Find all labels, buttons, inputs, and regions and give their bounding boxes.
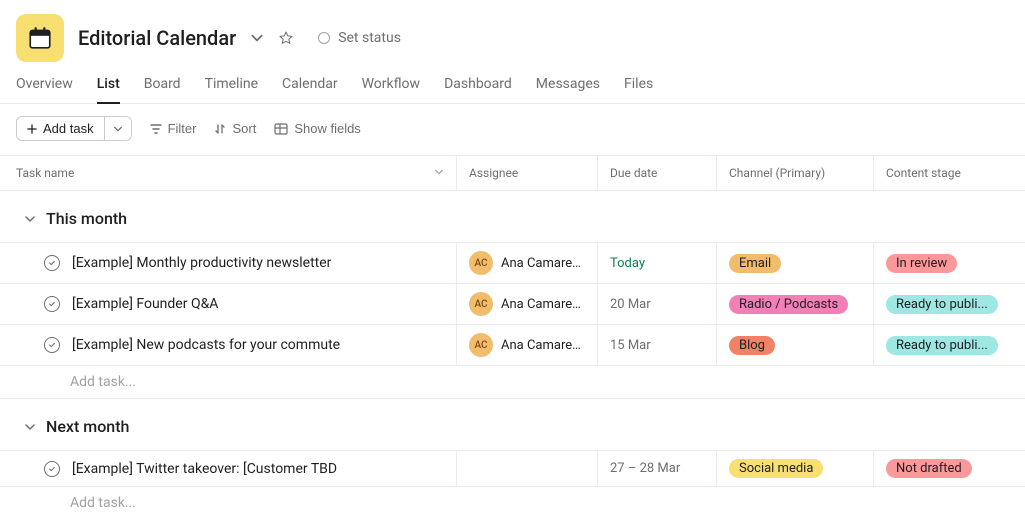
avatar: AC <box>469 251 493 275</box>
channel-pill: Social media <box>729 459 823 478</box>
sort-label: Sort <box>232 121 256 136</box>
due-date-value: Today <box>610 256 645 271</box>
content-stage-pill: Not drafted <box>886 459 972 478</box>
column-header-channel[interactable]: Channel (Primary) <box>717 156 874 190</box>
tab-overview[interactable]: Overview <box>16 72 73 104</box>
content-stage-cell[interactable]: In review <box>874 243 1023 283</box>
tab-calendar[interactable]: Calendar <box>282 72 338 104</box>
content-stage-pill: Ready to publi... <box>886 336 998 355</box>
list-toolbar: Add task Filter Sort Show fields <box>0 104 1025 155</box>
add-task-row[interactable]: Add task... <box>0 365 1025 398</box>
assignee-cell[interactable]: AC Ana Camarena <box>457 243 598 283</box>
status-circle-icon <box>318 32 330 44</box>
task-name-text: [Example] Twitter takeover: [Customer TB… <box>72 461 337 477</box>
project-header: Editorial Calendar Set status <box>0 0 1025 72</box>
chevron-down-icon <box>434 166 444 180</box>
section-header[interactable]: This month <box>0 191 1025 242</box>
project-title-caret-icon[interactable] <box>250 31 264 45</box>
task-name-cell[interactable]: [Example] New podcasts for your commute <box>0 325 457 365</box>
add-task-row[interactable]: Add task... <box>0 486 1025 519</box>
assignee-cell[interactable]: AC Ana Camarena <box>457 284 598 324</box>
column-header-due-date[interactable]: Due date <box>598 156 717 190</box>
chevron-down-icon <box>24 421 36 433</box>
channel-cell[interactable]: Blog <box>717 325 874 365</box>
complete-check-icon[interactable] <box>44 296 60 312</box>
due-date-value: 20 Mar <box>610 297 651 312</box>
tab-timeline[interactable]: Timeline <box>205 72 258 104</box>
due-date-value: 27 – 28 Mar <box>610 461 680 476</box>
section-title: Next month <box>46 417 129 436</box>
section: This month [Example] Monthly productivity… <box>0 191 1025 399</box>
table-row[interactable]: [Example] Monthly productivity newslette… <box>0 242 1025 283</box>
task-table: Task name Assignee Due date Channel (Pri… <box>0 155 1025 519</box>
tab-messages[interactable]: Messages <box>536 72 600 104</box>
task-name-cell[interactable]: [Example] Twitter takeover: [Customer TB… <box>0 451 457 486</box>
table-row[interactable]: [Example] New podcasts for your commute A… <box>0 324 1025 365</box>
tab-list[interactable]: List <box>97 72 120 104</box>
chevron-down-icon <box>24 213 36 225</box>
set-status-button[interactable]: Set status <box>308 26 411 50</box>
channel-pill: Email <box>729 254 781 273</box>
channel-cell[interactable]: Social media <box>717 451 874 486</box>
content-stage-pill: Ready to publi... <box>886 295 998 314</box>
task-name-cell[interactable]: [Example] Monthly productivity newslette… <box>0 243 457 283</box>
task-name-text: [Example] Monthly productivity newslette… <box>72 255 331 271</box>
filter-button[interactable]: Filter <box>150 121 197 136</box>
content-stage-pill: In review <box>886 254 957 273</box>
complete-check-icon[interactable] <box>44 461 60 477</box>
channel-pill: Blog <box>729 336 775 355</box>
assignee-cell[interactable]: AC Ana Camarena <box>457 325 598 365</box>
due-date-cell[interactable]: 27 – 28 Mar <box>598 451 717 486</box>
task-name-cell[interactable]: [Example] Founder Q&A <box>0 284 457 324</box>
filter-label: Filter <box>168 121 197 136</box>
section-header[interactable]: Next month <box>0 399 1025 450</box>
table-row[interactable]: [Example] Founder Q&A AC Ana Camarena 20 Ma… <box>0 283 1025 324</box>
sort-button[interactable]: Sort <box>214 121 256 136</box>
tab-dashboard[interactable]: Dashboard <box>444 72 512 104</box>
section: Next month [Example] Twitter takeover: [C… <box>0 399 1025 519</box>
assignee-name: Ana Camarena <box>501 256 585 271</box>
show-fields-label: Show fields <box>294 121 360 136</box>
assignee-cell[interactable] <box>457 451 598 486</box>
section-title: This month <box>46 209 127 228</box>
column-header-task-name[interactable]: Task name <box>0 156 457 190</box>
content-stage-cell[interactable]: Ready to publi... <box>874 325 1023 365</box>
tab-board[interactable]: Board <box>144 72 181 104</box>
star-icon[interactable] <box>278 30 294 46</box>
channel-cell[interactable]: Radio / Podcasts <box>717 284 874 324</box>
table-header: Task name Assignee Due date Channel (Pri… <box>0 156 1025 191</box>
avatar: AC <box>469 292 493 316</box>
add-task-button[interactable]: Add task <box>16 116 104 141</box>
complete-check-icon[interactable] <box>44 337 60 353</box>
task-name-text: [Example] New podcasts for your commute <box>72 337 340 353</box>
channel-cell[interactable]: Email <box>717 243 874 283</box>
due-date-value: 15 Mar <box>610 338 651 353</box>
tab-workflow[interactable]: Workflow <box>362 72 421 104</box>
content-stage-cell[interactable]: Not drafted <box>874 451 1023 486</box>
content-stage-cell[interactable]: Ready to publi... <box>874 284 1023 324</box>
project-icon <box>16 14 64 62</box>
complete-check-icon[interactable] <box>44 255 60 271</box>
due-date-cell[interactable]: Today <box>598 243 717 283</box>
show-fields-button[interactable]: Show fields <box>274 121 360 136</box>
add-task-caret-button[interactable] <box>104 116 132 141</box>
assignee-name: Ana Camarena <box>501 338 585 353</box>
assignee-name: Ana Camarena <box>501 297 585 312</box>
add-task-label: Add task <box>43 121 94 136</box>
tab-files[interactable]: Files <box>624 72 653 104</box>
project-tabs: Overview List Board Timeline Calendar Workflo… <box>0 72 1025 104</box>
project-title[interactable]: Editorial Calendar <box>78 26 236 50</box>
column-header-assignee[interactable]: Assignee <box>457 156 598 190</box>
due-date-cell[interactable]: 20 Mar <box>598 284 717 324</box>
avatar: AC <box>469 333 493 357</box>
table-row[interactable]: [Example] Twitter takeover: [Customer TB… <box>0 450 1025 486</box>
task-name-text: [Example] Founder Q&A <box>72 296 218 312</box>
set-status-label: Set status <box>338 30 401 46</box>
channel-pill: Radio / Podcasts <box>729 295 848 314</box>
column-header-content-stage[interactable]: Content stage <box>874 156 1023 190</box>
due-date-cell[interactable]: 15 Mar <box>598 325 717 365</box>
